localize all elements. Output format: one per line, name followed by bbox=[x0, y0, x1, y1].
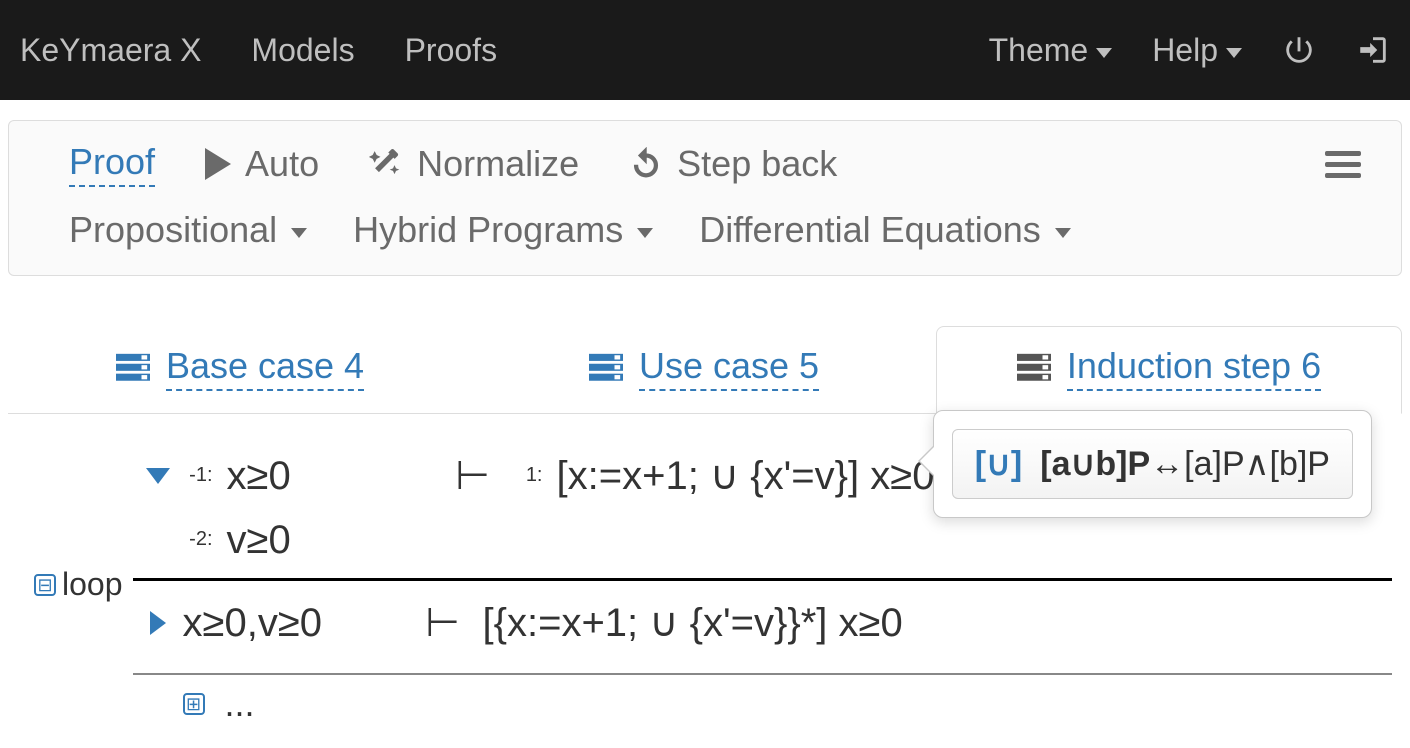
diffeq-menu[interactable]: Differential Equations bbox=[699, 209, 1071, 251]
proof-link[interactable]: Proof bbox=[69, 141, 155, 187]
rule-tag: [∪] bbox=[975, 444, 1023, 484]
tasks-icon bbox=[589, 353, 623, 383]
tab-base-case[interactable]: Base case 4 bbox=[8, 326, 472, 413]
undo-icon bbox=[629, 147, 663, 181]
ante-index: -1: bbox=[183, 464, 213, 487]
turnstile: ⊢ bbox=[403, 600, 483, 646]
collapse-proof-button[interactable]: ⊟ bbox=[34, 574, 56, 596]
diffeq-label: Differential Equations bbox=[699, 209, 1041, 251]
ante-formula[interactable]: x≥0,v≥0 bbox=[183, 601, 323, 646]
succ-index: 1: bbox=[513, 464, 543, 487]
power-button[interactable] bbox=[1282, 33, 1316, 67]
disclosure-triangle-closed[interactable] bbox=[150, 611, 166, 635]
hybrid-label: Hybrid Programs bbox=[353, 209, 623, 251]
navbar: KeYmaera X Models Proofs Theme Help bbox=[0, 0, 1410, 100]
chevron-down-icon bbox=[1055, 228, 1071, 238]
inference-line bbox=[133, 673, 1393, 675]
sequent-area: ⊟ loop -1: x≥0 ⊢ 1: [x:=x+1; ∪ { bbox=[8, 414, 1402, 745]
hamburger-icon bbox=[1325, 151, 1361, 178]
toolbar-menu-button[interactable] bbox=[1325, 145, 1361, 184]
ellipsis: ... bbox=[225, 683, 255, 725]
wand-icon bbox=[369, 147, 403, 181]
ante-formula[interactable]: x≥0 bbox=[227, 454, 291, 499]
normalize-label: Normalize bbox=[417, 143, 579, 185]
tasks-icon bbox=[116, 353, 150, 383]
nav-theme-label: Theme bbox=[989, 32, 1089, 69]
stepback-label: Step back bbox=[677, 143, 837, 185]
chevron-down-icon bbox=[291, 228, 307, 238]
succ-formula[interactable]: [x:=x+1; ∪ {x'=v}] x≥0 bbox=[557, 453, 935, 499]
chevron-down-icon bbox=[1226, 48, 1242, 58]
expand-proof-button[interactable]: ⊞ bbox=[183, 693, 205, 715]
tab-use-label: Use case 5 bbox=[639, 345, 819, 391]
chevron-down-icon bbox=[1096, 48, 1112, 58]
rule-label: loop bbox=[62, 444, 133, 725]
tab-base-label: Base case 4 bbox=[166, 345, 364, 391]
nav-help[interactable]: Help bbox=[1152, 32, 1242, 69]
disclosure-triangle-open[interactable] bbox=[146, 468, 170, 484]
succ-formula[interactable]: [{x:=x+1; ∪ {x'=v}}*] x≥0 bbox=[483, 600, 903, 646]
tab-induction-label: Induction step 6 bbox=[1067, 345, 1321, 391]
normalize-button[interactable]: Normalize bbox=[369, 143, 579, 185]
power-icon bbox=[1282, 33, 1316, 67]
stepback-button[interactable]: Step back bbox=[629, 143, 837, 185]
propositional-label: Propositional bbox=[69, 209, 277, 251]
propositional-menu[interactable]: Propositional bbox=[69, 209, 307, 251]
goal-tabs: Base case 4 Use case 5 Induction step 6 … bbox=[0, 326, 1410, 745]
nav-models[interactable]: Models bbox=[251, 32, 354, 69]
tab-induction-step[interactable]: Induction step 6 bbox=[936, 326, 1402, 414]
tasks-icon bbox=[1017, 353, 1051, 383]
brand-link[interactable]: KeYmaera X bbox=[20, 32, 201, 69]
tab-use-case[interactable]: Use case 5 bbox=[472, 326, 936, 413]
chevron-down-icon bbox=[637, 228, 653, 238]
inference-line bbox=[133, 578, 1393, 581]
nav-help-label: Help bbox=[1152, 32, 1218, 69]
auto-label: Auto bbox=[245, 143, 319, 185]
play-icon bbox=[205, 148, 231, 180]
hybrid-programs-menu[interactable]: Hybrid Programs bbox=[353, 209, 653, 251]
rule-hint-popover: [∪] [a∪b]P↔[a]P∧[b]P bbox=[933, 410, 1372, 518]
auto-button[interactable]: Auto bbox=[205, 143, 319, 185]
nav-theme[interactable]: Theme bbox=[989, 32, 1113, 69]
apply-rule-button[interactable]: [∪] [a∪b]P↔[a]P∧[b]P bbox=[952, 429, 1353, 499]
ante-formula[interactable]: v≥0 bbox=[227, 518, 291, 563]
nav-proofs[interactable]: Proofs bbox=[405, 32, 497, 69]
turnstile: ⊢ bbox=[433, 453, 513, 499]
ante-index: -2: bbox=[183, 528, 213, 551]
logout-button[interactable] bbox=[1356, 33, 1390, 67]
logout-icon bbox=[1356, 33, 1390, 67]
rule-schema: [a∪b]P↔[a]P∧[b]P bbox=[1040, 444, 1330, 484]
proof-toolbar: Proof Auto Normalize Step back Propositi… bbox=[8, 120, 1402, 276]
